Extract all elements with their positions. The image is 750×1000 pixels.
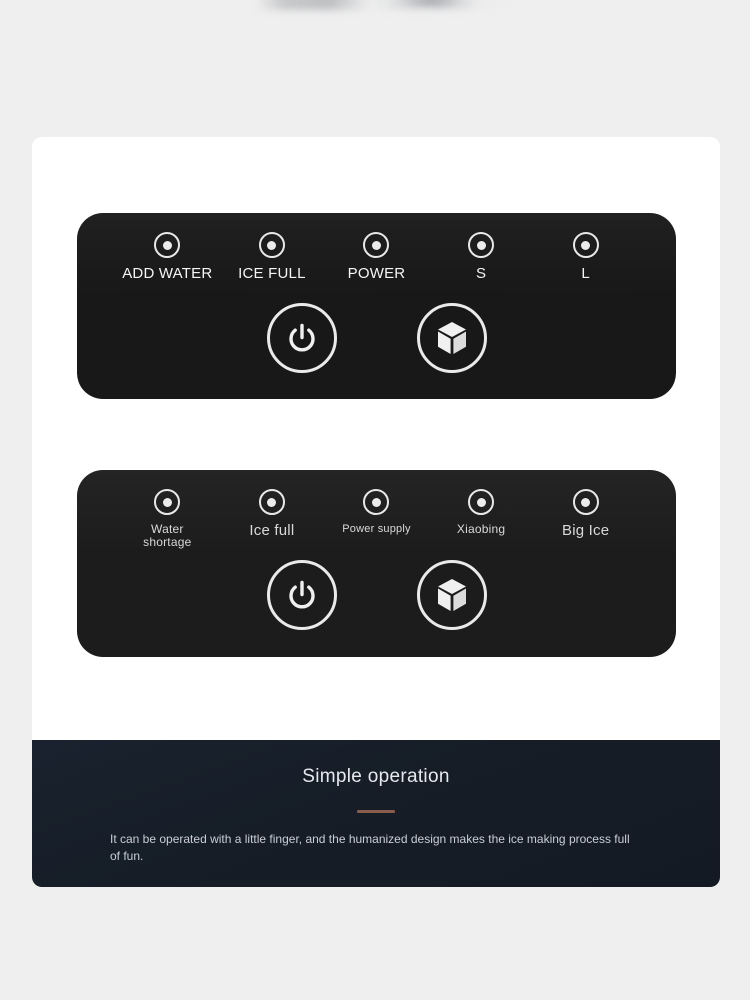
led-indicator-icon [572, 232, 599, 258]
button-row-translated [77, 560, 676, 630]
indicator-small-ice: S [432, 232, 530, 283]
indicator-row-translated: Water shortage Ice full Power supply Xia… [77, 489, 676, 550]
led-indicator-icon [258, 232, 285, 258]
ice-cube-button[interactable] [416, 303, 487, 373]
ice-cube-button[interactable] [416, 560, 487, 630]
feature-description: It can be operated with a little finger,… [110, 832, 630, 864]
indicator-water-shortage: Water shortage [118, 489, 216, 550]
power-button[interactable] [266, 560, 337, 630]
led-indicator-icon [363, 489, 390, 515]
indicator-power: POWER [327, 232, 425, 283]
feature-title: Simple operation [302, 766, 450, 787]
indicator-label: POWER [347, 265, 406, 282]
button-row-english [77, 303, 676, 373]
power-icon [288, 580, 315, 609]
control-panel-translated[interactable]: Water shortage Ice full Power supply Xia… [77, 470, 676, 657]
product-image-card: ADD WATER ICE FULL POWER S L Water short… [32, 137, 720, 740]
indicator-label: Big Ice [562, 522, 610, 539]
indicator-label: Water shortage [143, 522, 192, 550]
indicator-large-ice: L [537, 232, 635, 283]
power-icon [288, 323, 315, 352]
ice-cube-icon [437, 579, 466, 611]
indicator-label: Xiaobing [456, 522, 506, 536]
led-indicator-icon [468, 232, 495, 258]
feature-divider [357, 810, 395, 813]
indicator-label: Power supply [342, 523, 411, 535]
indicator-label: ADD WATER [122, 265, 213, 282]
indicator-label: Ice full [249, 522, 295, 539]
led-indicator-icon [363, 232, 390, 258]
indicator-add-water: ADD WATER [118, 232, 216, 283]
indicator-power-supply: Power supply [327, 489, 425, 535]
indicator-label: ICE FULL [238, 265, 306, 282]
led-indicator-icon [258, 489, 285, 515]
indicator-ice-full: ICE FULL [223, 232, 321, 283]
led-indicator-icon [572, 489, 599, 515]
top-blurred-remnant-secondary [392, 0, 470, 8]
indicator-label: L [581, 265, 590, 282]
indicator-ice-full: Ice full [223, 489, 321, 540]
led-indicator-icon [468, 489, 495, 515]
power-button[interactable] [266, 303, 337, 373]
indicator-label: S [475, 265, 487, 282]
page-background: ADD WATER ICE FULL POWER S L Water short… [0, 0, 750, 1000]
led-indicator-icon [154, 232, 181, 258]
feature-strip: Simple operation It can be operated with… [32, 740, 720, 887]
indicator-big-ice: Big Ice [537, 489, 635, 540]
indicator-row-english: ADD WATER ICE FULL POWER S L [77, 232, 676, 283]
led-indicator-icon [154, 489, 181, 515]
indicator-xiaobing: Xiaobing [432, 489, 530, 536]
ice-cube-icon [437, 322, 466, 354]
control-panel-english[interactable]: ADD WATER ICE FULL POWER S L [77, 213, 676, 399]
